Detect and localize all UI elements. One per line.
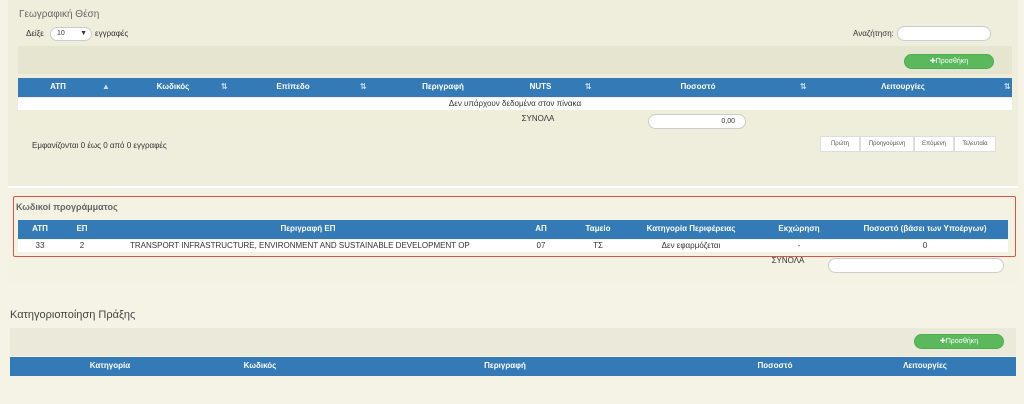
codes-totals-row: ΣΥΝΟΛΑ xyxy=(18,254,1008,274)
geo-col-level[interactable]: Επίπεδο xyxy=(228,78,358,97)
category-table-header: Κατηγορία Κωδικός Περιγραφή Ποσοστό Λειτ… xyxy=(10,357,1016,376)
geo-add-button[interactable]: ✚Προσθήκη xyxy=(904,54,994,69)
geo-col-nuts[interactable]: NUTS xyxy=(488,78,593,97)
category-col-description[interactable]: Περιγραφή xyxy=(310,357,700,376)
codes-col-atp[interactable]: ΑΤΠ xyxy=(18,220,62,239)
geo-table-header: ΑΤΠ ▲ Κωδικός ⇅ Επίπεδο ⇅ Περιγραφή NUTS… xyxy=(18,78,1012,97)
sort-icon[interactable]: ⇅ xyxy=(585,78,592,96)
codes-table-header: ΑΤΠ ΕΠ Περιγραφή ΕΠ ΑΠ Ταμείο Κατηγορία … xyxy=(18,220,1008,239)
table-row: 33 2 TRANSPORT INFRASTRUCTURE, ENVIRONME… xyxy=(18,240,1008,252)
pager-last[interactable]: Τελευταία xyxy=(954,136,996,152)
codes-col-fund[interactable]: Ταμείο xyxy=(568,220,628,239)
codes-cell-atp: 33 xyxy=(35,241,45,250)
codes-cell-assignment: - xyxy=(797,241,801,250)
geo-empty-row: Δεν υπάρχουν δεδομένα στον πίνακα xyxy=(18,98,1012,110)
geo-toolbar xyxy=(18,46,1012,74)
chevron-down-icon: ▼ xyxy=(80,30,87,37)
category-panel: Κατηγοριοποίηση Πράξης ✚Προσθήκη Κατηγορ… xyxy=(0,296,1024,404)
codes-cell-description: TRANSPORT INFRASTRUCTURE, ENVIRONMENT AN… xyxy=(130,241,470,250)
codes-col-description[interactable]: Περιγραφή ΕΠ xyxy=(102,220,514,239)
category-title: Κατηγοριοποίηση Πράξης xyxy=(10,309,136,321)
category-add-button[interactable]: ✚Προσθήκη xyxy=(914,334,1004,349)
codes-title: Κωδικοί προγράμματος xyxy=(16,202,118,212)
page-size-value: 10 xyxy=(57,30,65,37)
codes-totals-field xyxy=(828,258,1004,273)
category-col-code[interactable]: Κωδικός xyxy=(210,357,310,376)
sort-icon[interactable]: ⇅ xyxy=(221,78,228,96)
codes-totals-label: ΣΥΝΟΛΑ xyxy=(771,256,805,265)
search-input[interactable] xyxy=(897,26,991,41)
codes-cell-region-category: Δεν εφαρμόζεται xyxy=(661,241,721,250)
category-col-category[interactable]: Κατηγορία xyxy=(10,357,210,376)
pager-previous[interactable]: Προηγούμενη xyxy=(860,136,914,152)
pager-next[interactable]: Επόμενη xyxy=(914,136,954,152)
codes-col-assignment[interactable]: Εκχώρηση xyxy=(754,220,844,239)
codes-col-region-category[interactable]: Κατηγορία Περιφέρειας xyxy=(628,220,754,239)
geo-totals-label: ΣΥΝΟΛΑ xyxy=(521,114,555,123)
geo-table-info: Εμφανίζονται 0 έως 0 από 0 εγγραφές xyxy=(32,141,167,150)
category-col-percent[interactable]: Ποσοστό xyxy=(700,357,850,376)
geo-col-percent[interactable]: Ποσοστό xyxy=(598,78,798,97)
codes-panel: Κωδικοί προγράμματος ΑΤΠ ΕΠ Περιγραφή ΕΠ… xyxy=(8,186,1018,282)
geo-totals-field: 0,00 xyxy=(648,114,746,129)
codes-col-ep[interactable]: ΕΠ xyxy=(62,220,102,239)
search-label: Αναζήτηση: xyxy=(853,29,894,38)
codes-cell-percent: 0 xyxy=(922,241,928,250)
category-toolbar xyxy=(10,328,1016,356)
pager-first[interactable]: Πρώτη xyxy=(820,136,860,152)
category-col-actions[interactable]: Λειτουργίες xyxy=(850,357,1000,376)
show-suffix-label: εγγραφές xyxy=(95,29,129,38)
codes-cell-ap: 07 xyxy=(536,241,546,250)
geo-title: Γεωγραφική Θέση xyxy=(19,9,100,20)
codes-cell-fund: ΤΣ xyxy=(593,241,603,250)
codes-col-percent[interactable]: Ποσοστό (βάσει των Υποέργων) xyxy=(844,220,1006,239)
geo-empty-message: Δεν υπάρχουν δεδομένα στον πίνακα xyxy=(448,99,582,108)
show-prefix-label: Δείξε xyxy=(26,29,44,38)
codes-col-ap[interactable]: ΑΠ xyxy=(514,220,568,239)
codes-cell-ep: 2 xyxy=(79,241,85,250)
page-size-select[interactable]: 10 ▼ xyxy=(50,27,92,41)
sort-icon[interactable]: ⇅ xyxy=(1004,78,1011,96)
geo-col-atp[interactable]: ΑΤΠ xyxy=(18,78,98,97)
sort-icon[interactable]: ⇅ xyxy=(800,78,807,96)
geo-col-actions[interactable]: Λειτουργίες xyxy=(808,78,998,97)
geo-totals-row: ΣΥΝΟΛΑ 0,00 xyxy=(18,111,1012,131)
geo-panel: Γεωγραφική Θέση Δείξε 10 ▼ εγγραφές Αναζ… xyxy=(8,0,1018,186)
